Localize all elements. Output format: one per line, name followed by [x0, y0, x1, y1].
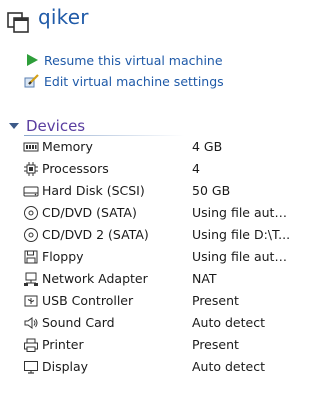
device-name: Memory: [42, 139, 93, 154]
hard-disk-icon: [23, 186, 39, 197]
device-value: Present: [192, 293, 239, 308]
usb-icon: [24, 295, 38, 307]
network-adapter-icon: [24, 272, 38, 286]
device-value: Using file autoi...: [192, 249, 292, 264]
device-value: Auto detect: [192, 359, 265, 374]
edit-settings-icon: [24, 74, 39, 88]
device-name: Network Adapter: [42, 271, 148, 286]
device-value: Using file autoi...: [192, 205, 292, 220]
device-row-cd-dvd[interactable]: CD/DVD (SATA) Using file autoi...: [0, 202, 297, 224]
device-value: Auto detect: [192, 315, 265, 330]
device-name: CD/DVD 2 (SATA): [42, 227, 149, 242]
play-icon: [27, 54, 38, 66]
device-name: Processors: [42, 161, 109, 176]
memory-icon: [23, 142, 39, 152]
device-row-network-adapter[interactable]: Network Adapter NAT: [0, 268, 297, 290]
device-row-cd-dvd-2[interactable]: CD/DVD 2 (SATA) Using file D:\T...: [0, 224, 297, 246]
cd-dvd-icon: [24, 206, 38, 220]
vm-library-icon: [7, 12, 29, 33]
device-row-display[interactable]: Display Auto detect: [0, 356, 297, 378]
device-value: 4: [192, 161, 200, 176]
vm-header: qiker: [0, 0, 297, 40]
device-name: Floppy: [42, 249, 84, 264]
floppy-icon: [24, 250, 38, 264]
printer-icon: [24, 338, 38, 352]
device-value: 4 GB: [192, 139, 223, 154]
edit-vm-settings-label: Edit virtual machine settings: [44, 73, 224, 89]
device-value: Using file D:\T...: [192, 227, 291, 242]
device-name: Display: [42, 359, 89, 374]
devices-section-header[interactable]: Devices: [8, 116, 85, 136]
processor-icon: [24, 162, 38, 176]
device-name: USB Controller: [42, 293, 134, 308]
devices-section-title: Devices: [26, 117, 86, 135]
display-icon: [24, 361, 38, 374]
device-name: Hard Disk (SCSI): [42, 183, 145, 198]
device-row-usb-controller[interactable]: USB Controller Present: [0, 290, 297, 312]
resume-vm-label: Resume this virtual machine: [44, 52, 223, 68]
device-value: NAT: [192, 271, 217, 286]
device-name: Sound Card: [42, 315, 115, 330]
cd-dvd-icon: [24, 228, 38, 242]
device-value: 50 GB: [192, 183, 231, 198]
device-value: Present: [192, 337, 239, 352]
device-row-memory[interactable]: Memory 4 GB: [0, 136, 297, 158]
vm-title: qiker: [38, 5, 89, 29]
device-row-printer[interactable]: Printer Present: [0, 334, 297, 356]
device-row-processors[interactable]: Processors 4: [0, 158, 297, 180]
device-row-floppy[interactable]: Floppy Using file autoi...: [0, 246, 297, 268]
resume-vm-link[interactable]: Resume this virtual machine: [24, 51, 223, 69]
edit-vm-settings-link[interactable]: Edit virtual machine settings: [24, 72, 224, 90]
device-row-sound-card[interactable]: Sound Card Auto detect: [0, 312, 297, 334]
device-name: CD/DVD (SATA): [42, 205, 137, 220]
device-row-hard-disk[interactable]: Hard Disk (SCSI) 50 GB: [0, 180, 297, 202]
device-name: Printer: [42, 337, 84, 352]
speaker-icon: [24, 317, 38, 329]
expand-arrow-icon: [9, 123, 19, 129]
